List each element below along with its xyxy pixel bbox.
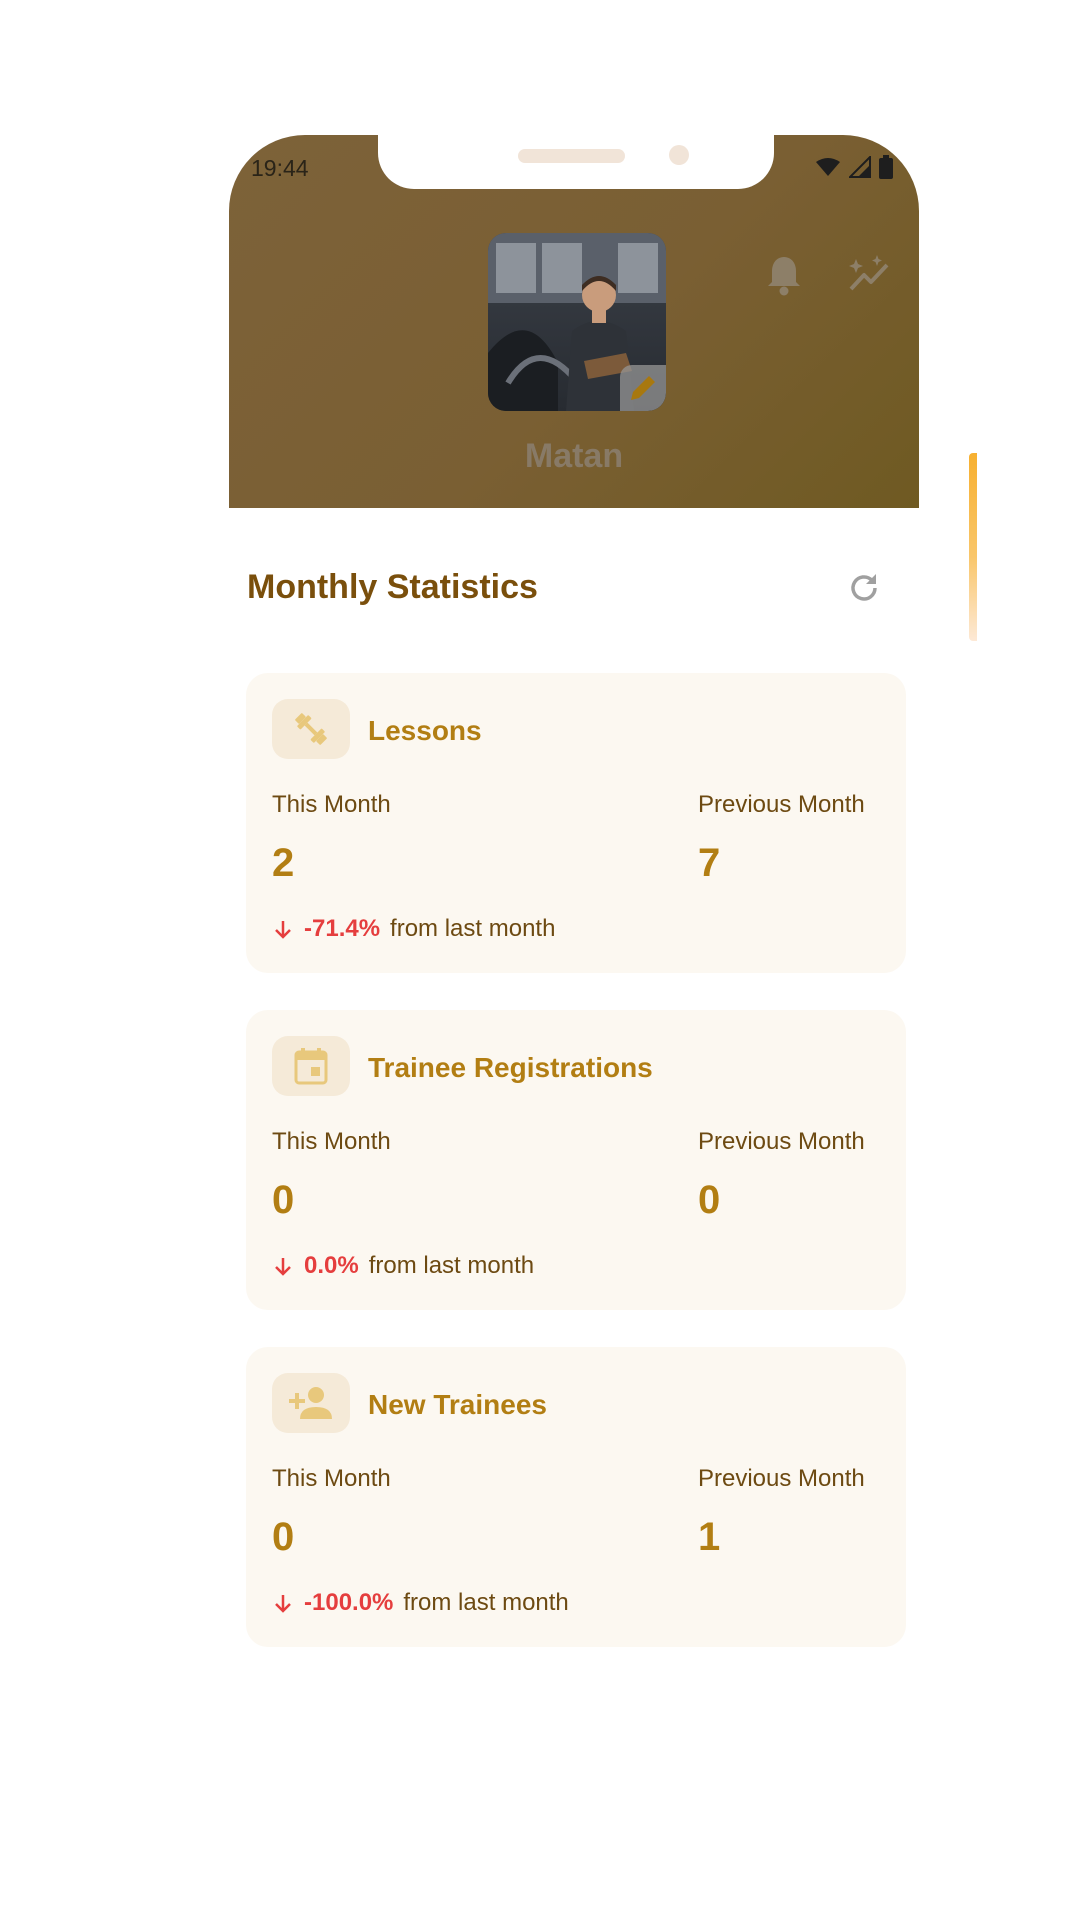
refresh-button[interactable] xyxy=(846,570,882,611)
previous-month-label: Previous Month xyxy=(698,791,865,818)
change-percent: 0.0% xyxy=(304,1252,359,1279)
phone-frame: 19:44 Matan Monthly Statistics Lessons T… xyxy=(229,135,919,1647)
change-suffix: from last month xyxy=(390,915,556,942)
profile-avatar[interactable] xyxy=(488,233,666,411)
stat-card-trainee-registrations[interactable]: Trainee Registrations This Month Previou… xyxy=(246,1010,906,1310)
arrow-down-icon xyxy=(275,921,291,939)
card-title: New Trainees xyxy=(368,1389,547,1420)
previous-month-value: 7 xyxy=(698,841,721,885)
stat-card-new-trainees[interactable]: New Trainees This Month Previous Month 0… xyxy=(246,1347,906,1647)
previous-month-label: Previous Month xyxy=(698,1128,865,1155)
phone-notch xyxy=(378,135,774,189)
this-month-label: This Month xyxy=(272,791,391,818)
change-row: 0.0% from last month xyxy=(272,1252,534,1280)
cellular-signal-icon xyxy=(849,156,871,178)
arrow-down-icon xyxy=(275,1258,291,1276)
battery-icon xyxy=(879,155,893,179)
person-add-icon xyxy=(289,1387,332,1419)
card-icon-box xyxy=(272,1036,350,1096)
card-icon-box xyxy=(272,699,350,759)
wifi-icon xyxy=(816,158,840,176)
stats-sheet: Monthly Statistics Lessons This Month Pr… xyxy=(229,508,919,1647)
this-month-value: 2 xyxy=(272,841,295,885)
previous-month-value: 0 xyxy=(698,1178,721,1222)
card-icon-box xyxy=(272,1373,350,1433)
speaker-grille xyxy=(518,149,625,163)
this-month-label: This Month xyxy=(272,1465,391,1492)
change-suffix: from last month xyxy=(403,1589,569,1616)
auto-graph-icon xyxy=(849,255,889,291)
change-row: -71.4% from last month xyxy=(272,915,555,943)
previous-month-value: 1 xyxy=(698,1515,721,1559)
card-title: Trainee Registrations xyxy=(368,1052,653,1083)
change-percent: -100.0% xyxy=(304,1589,394,1616)
status-time: 19:44 xyxy=(251,155,309,181)
user-name: Matan xyxy=(524,437,624,475)
this-month-value: 0 xyxy=(272,1178,295,1222)
dumbbell-icon xyxy=(295,713,327,745)
section-title: Monthly Statistics xyxy=(247,568,538,606)
this-month-value: 0 xyxy=(272,1515,295,1559)
calendar-icon xyxy=(294,1048,328,1085)
notifications-button[interactable] xyxy=(764,253,804,302)
change-percent: -71.4% xyxy=(304,915,381,942)
card-title: Lessons xyxy=(368,715,482,746)
pencil-icon xyxy=(631,376,655,400)
refresh-icon xyxy=(851,574,877,601)
stat-card-lessons[interactable]: Lessons This Month Previous Month 2 7 -7… xyxy=(246,673,906,973)
status-icons xyxy=(815,155,893,179)
change-suffix: from last month xyxy=(368,1252,535,1279)
edit-avatar-button[interactable] xyxy=(620,365,666,411)
scroll-indicator[interactable] xyxy=(969,453,977,641)
arrow-down-icon xyxy=(275,1595,291,1613)
this-month-label: This Month xyxy=(272,1128,391,1155)
profile-header: 19:44 Matan xyxy=(229,135,919,508)
front-camera xyxy=(669,145,689,165)
insights-button[interactable] xyxy=(847,253,891,302)
previous-month-label: Previous Month xyxy=(698,1465,865,1492)
bell-icon xyxy=(768,257,800,296)
change-row: -100.0% from last month xyxy=(272,1589,569,1617)
